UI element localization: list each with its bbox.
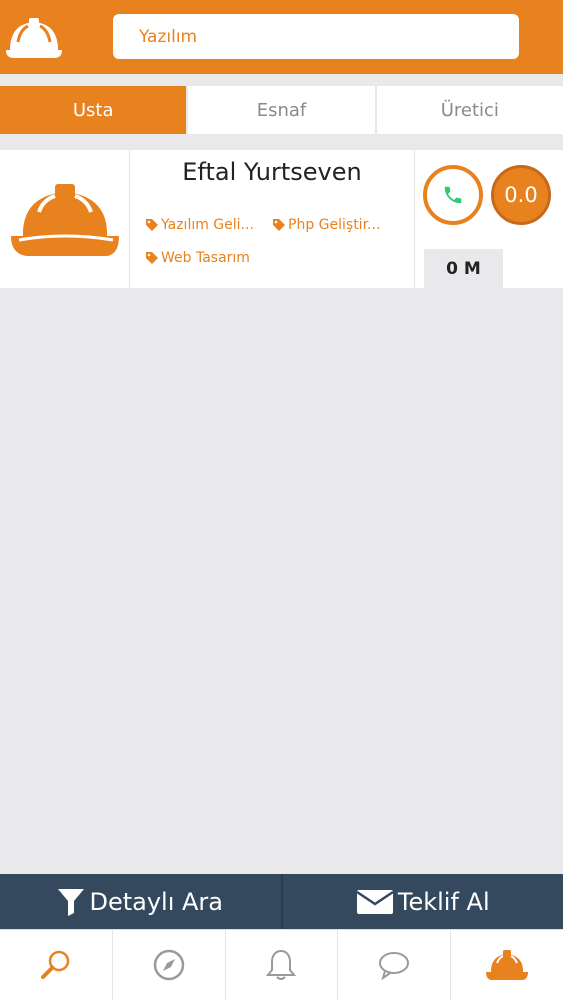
distance-value: 0 M [446,258,481,279]
tabbar-search[interactable] [0,930,113,1000]
compass-icon [153,949,184,981]
rating-value: 0.0 [504,183,538,207]
distance-badge: 0 M [424,249,503,288]
tag-label: Web Tasarım [161,250,250,266]
tabbar-notifications[interactable] [226,930,339,1000]
phone-icon [444,186,462,204]
helmet-avatar-icon [10,184,119,256]
get-offer-button[interactable]: Teklif Al [283,874,563,929]
tab-esnaf[interactable]: Esnaf [188,86,377,134]
tabbar-explore[interactable] [113,930,226,1000]
filter-icon [58,888,85,916]
search-input[interactable]: Yazılım [113,14,519,59]
search-icon [40,950,70,979]
get-offer-label: Teklif Al [397,887,490,916]
avatar [0,150,130,288]
tag-yazilim[interactable]: Yazılım Geli... [145,217,254,233]
tag-icon [146,252,158,264]
tag-label: Yazılım Geli... [161,217,254,233]
detailed-search-button[interactable]: Detaylı Ara [0,874,281,929]
bell-icon [266,949,297,980]
call-button[interactable] [423,165,483,225]
action-bar: Detaylı Ara Teklif Al [0,874,563,929]
tab-usta[interactable]: Usta [0,86,189,134]
tag-icon [273,219,285,231]
rating-badge: 0.0 [491,165,551,225]
helmet-icon [486,950,529,980]
tabbar-messages[interactable] [338,930,452,1000]
tag-icon [146,219,158,231]
app-header: Yazılım [0,0,563,74]
helmet-logo-icon[interactable] [4,12,64,62]
envelope-icon [356,889,394,914]
category-tabs: Usta Esnaf Üretici [0,86,563,134]
result-name[interactable]: Eftal Yurtseven [131,158,413,186]
tag-web[interactable]: Web Tasarım [145,250,250,266]
tag-php[interactable]: Php Geliştir... [272,217,380,233]
chat-icon [379,952,410,980]
tag-label: Php Geliştir... [288,217,381,233]
search-value: Yazılım [139,26,198,47]
tabbar-profile[interactable] [451,930,563,1000]
detailed-search-label: Detaylı Ara [89,887,224,916]
tab-uretici[interactable]: Üretici [376,86,563,134]
bottom-tabbar [0,929,563,1000]
card-divider [414,150,415,288]
